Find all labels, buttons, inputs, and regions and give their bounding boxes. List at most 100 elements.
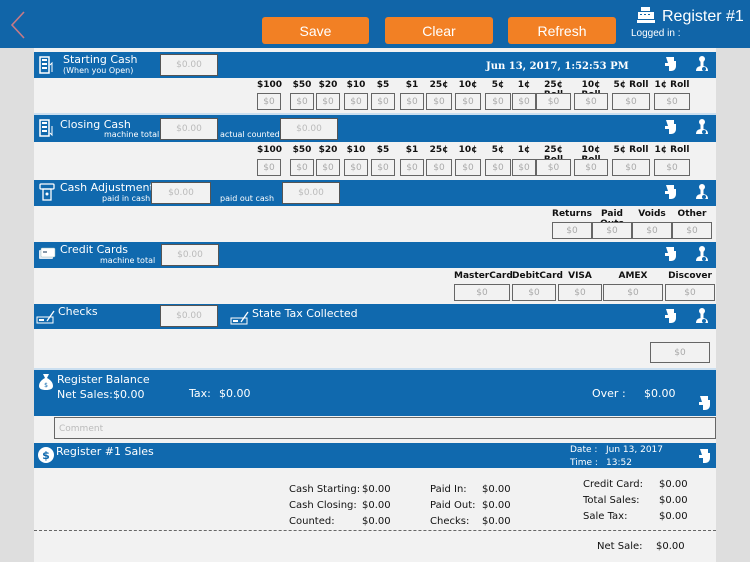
- hand-pointer-icon[interactable]: [662, 55, 678, 73]
- starting-cash-datetime: Jun 13, 2017, 1:52:53 PM: [486, 61, 629, 72]
- summary-label: Credit Card:: [583, 479, 644, 490]
- summary-value: $0.00: [659, 479, 688, 490]
- paid-in-label: paid in cash: [102, 194, 151, 203]
- paid-in-input[interactable]: $0.00: [151, 182, 211, 204]
- hand-pointer-icon[interactable]: [662, 245, 678, 263]
- refresh-button[interactable]: Refresh: [508, 17, 616, 44]
- starting-denomination-input[interactable]: $0: [426, 93, 452, 110]
- starting-denomination-input[interactable]: $0: [455, 93, 481, 110]
- check-pen-icon: [36, 310, 55, 324]
- closing-machine-total-label: machine total: [104, 130, 160, 139]
- cash-drawer-open-icon: [39, 56, 53, 74]
- summary-label: Paid In:: [430, 484, 467, 495]
- hand-pointer-icon[interactable]: [696, 447, 712, 465]
- save-button[interactable]: Save: [262, 17, 369, 44]
- starting-denomination-input[interactable]: $0: [344, 93, 368, 110]
- starting-denomination-label: 1¢: [517, 80, 531, 90]
- closing-denomination-input[interactable]: $0: [344, 159, 368, 176]
- closing-denomination-input[interactable]: $0: [654, 159, 690, 176]
- adjustment-input[interactable]: $0: [672, 222, 712, 239]
- paid-out-input[interactable]: $0.00: [282, 182, 340, 204]
- starting-denomination-input[interactable]: $0: [536, 93, 571, 110]
- credit-cards-header: Credit Cards machine total $0.00: [34, 242, 716, 268]
- starting-cash-input[interactable]: $0.00: [160, 54, 218, 76]
- closing-denomination-input[interactable]: $0: [316, 159, 340, 176]
- hand-pointer-icon[interactable]: [662, 183, 678, 201]
- closing-denomination-input[interactable]: $0: [400, 159, 424, 176]
- comment-input[interactable]: Comment: [54, 417, 716, 439]
- closing-machine-total-input[interactable]: $0.00: [160, 118, 218, 140]
- starting-denomination-input[interactable]: $0: [512, 93, 536, 110]
- starting-denomination-input[interactable]: $0: [485, 93, 511, 110]
- starting-denomination-input[interactable]: $0: [371, 93, 395, 110]
- card-type-input[interactable]: $0: [454, 284, 510, 301]
- hand-pointer-icon[interactable]: [662, 118, 678, 136]
- starting-denomination-input[interactable]: $0: [290, 93, 314, 110]
- credit-machine-total-input[interactable]: $0.00: [161, 244, 219, 266]
- checks-input[interactable]: $0.00: [160, 305, 218, 327]
- hand-pointer-icon[interactable]: [662, 307, 678, 325]
- tax-value: $0.00: [219, 387, 251, 400]
- card-type-input[interactable]: $0: [603, 284, 663, 301]
- closing-denomination-input[interactable]: $0: [574, 159, 608, 176]
- over-label: Over :: [592, 387, 626, 400]
- user-lock-icon[interactable]: [694, 245, 710, 263]
- logged-in-label: Logged in :: [631, 28, 681, 39]
- closing-denomination-input[interactable]: $0: [426, 159, 452, 176]
- user-lock-icon[interactable]: [694, 183, 710, 201]
- summary-value: $0.00: [482, 500, 511, 511]
- chevron-left-icon: [10, 11, 25, 39]
- user-lock-icon[interactable]: [694, 118, 710, 136]
- closing-denomination-label: 5¢: [491, 145, 505, 155]
- hand-pointer-icon[interactable]: [696, 394, 712, 412]
- register-title: Register #1: [662, 8, 744, 25]
- credit-cards-title: Credit Cards: [60, 243, 129, 256]
- actual-counted-label: actual counted: [220, 130, 280, 139]
- money-bag-icon: $: [39, 374, 53, 390]
- starting-cash-subtitle: (When you Open): [63, 66, 134, 75]
- atm-icon: [39, 183, 55, 201]
- closing-cash-header: Closing Cash machine total $0.00 actual …: [34, 115, 716, 142]
- net-sales-value: $0.00: [113, 388, 145, 401]
- adjustment-input[interactable]: $0: [552, 222, 592, 239]
- summary-label: Sale Tax:: [583, 511, 628, 522]
- starting-denomination-input[interactable]: $0: [654, 93, 690, 110]
- actual-counted-input[interactable]: $0.00: [280, 118, 338, 140]
- closing-denomination-input[interactable]: $0: [371, 159, 395, 176]
- checks-header: Checks $0.00 State Tax Collected: [34, 304, 716, 329]
- adjustment-input[interactable]: $0: [592, 222, 632, 239]
- back-button[interactable]: [8, 10, 28, 40]
- closing-denomination-input[interactable]: $0: [612, 159, 650, 176]
- state-tax-input[interactable]: $0: [650, 342, 710, 363]
- starting-denomination-label: 10¢: [458, 80, 478, 90]
- closing-denomination-input[interactable]: $0: [536, 159, 571, 176]
- starting-denomination-input[interactable]: $0: [316, 93, 340, 110]
- starting-denomination-input[interactable]: $0: [574, 93, 608, 110]
- svg-text:$: $: [44, 382, 48, 389]
- starting-denomination-input[interactable]: $0: [257, 93, 281, 110]
- closing-denomination-label: 25¢: [429, 145, 449, 155]
- net-sale-label: Net Sale:: [597, 541, 643, 552]
- user-lock-icon[interactable]: [694, 307, 710, 325]
- date-label: Date :: [570, 445, 598, 455]
- closing-denomination-input[interactable]: $0: [455, 159, 481, 176]
- starting-denomination-label: $50: [292, 80, 312, 90]
- checks-title: Checks: [58, 305, 98, 318]
- credit-machine-total-label: machine total: [100, 256, 156, 265]
- starting-denomination-input[interactable]: $0: [612, 93, 650, 110]
- closing-denomination-input[interactable]: $0: [290, 159, 314, 176]
- user-lock-icon[interactable]: [694, 55, 710, 73]
- card-type-input[interactable]: $0: [665, 284, 715, 301]
- adjustment-input[interactable]: $0: [632, 222, 672, 239]
- state-tax-title: State Tax Collected: [252, 307, 358, 320]
- closing-denomination-input[interactable]: $0: [257, 159, 281, 176]
- card-type-input[interactable]: $0: [558, 284, 602, 301]
- summary-label: Paid Out:: [430, 500, 476, 511]
- clear-button[interactable]: Clear: [385, 17, 493, 44]
- closing-denomination-input[interactable]: $0: [512, 159, 536, 176]
- summary-value: $0.00: [659, 495, 688, 506]
- starting-denomination-input[interactable]: $0: [400, 93, 424, 110]
- closing-denomination-input[interactable]: $0: [485, 159, 511, 176]
- starting-denomination-label: $20: [318, 80, 338, 90]
- card-type-input[interactable]: $0: [512, 284, 556, 301]
